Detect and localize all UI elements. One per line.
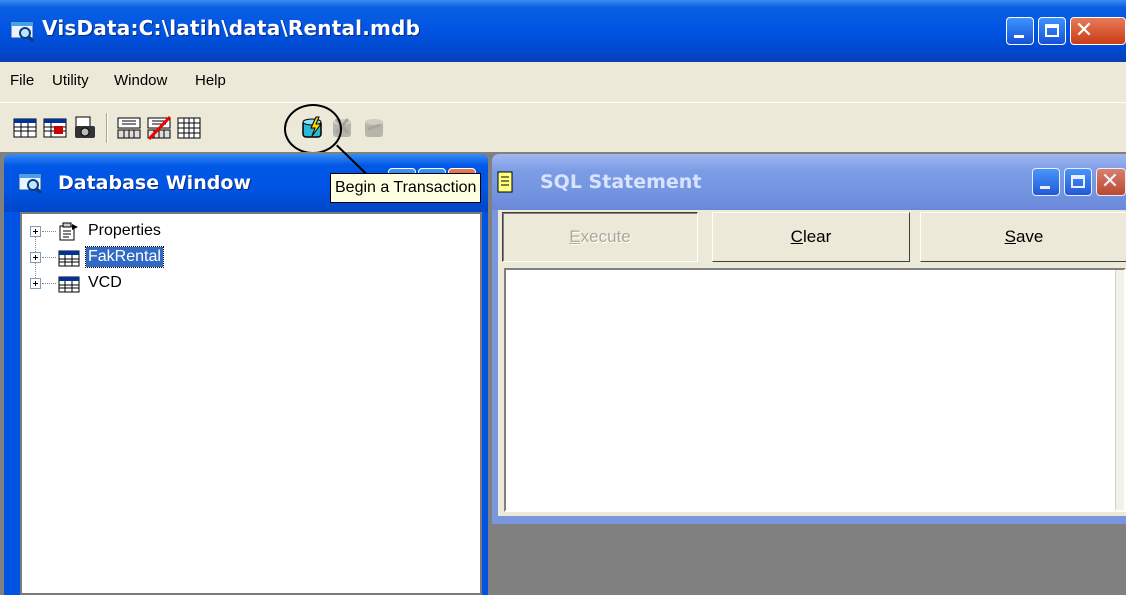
tree-item-label: VCD (88, 274, 122, 291)
minimize-icon (1014, 35, 1024, 38)
sql-window-title-bar[interactable]: SQL Statement ✕ (492, 154, 1126, 210)
maximize-button[interactable] (1038, 17, 1066, 45)
table-view-icon[interactable] (12, 115, 38, 141)
tree-item-label: FakRental (85, 246, 164, 268)
dynaset-view-icon[interactable] (42, 115, 68, 141)
toolbar-separator (106, 113, 108, 143)
expand-icon[interactable] (30, 278, 41, 289)
table-icon (58, 248, 80, 268)
sql-minimize-button[interactable] (1032, 168, 1060, 196)
tooltip: Begin a Transaction (330, 173, 482, 203)
tree-connector (42, 283, 56, 284)
sql-statement-window: SQL Statement ✕ Execute Clear Save (492, 154, 1126, 524)
save-button[interactable]: Save (920, 212, 1126, 262)
menu-utility[interactable]: Utility (52, 72, 89, 89)
sql-text-area[interactable] (504, 268, 1126, 512)
window-title: VisData:C:\latih\data\Rental.mdb (42, 16, 421, 40)
snapshot-camera-icon[interactable] (72, 115, 98, 141)
database-tree[interactable]: Properties FakRental VCD (20, 212, 482, 595)
grid-view-icon[interactable] (176, 115, 202, 141)
database-window: Database Window ✕ Properties FakRental (4, 154, 488, 595)
maximize-icon (1071, 175, 1085, 188)
rollback-transaction-icon[interactable] (362, 115, 388, 141)
close-icon: ✕ (1074, 18, 1094, 43)
table-icon (58, 274, 80, 294)
database-icon (18, 172, 44, 199)
menu-bar: File Utility Window Help (0, 62, 1126, 102)
execute-button[interactable]: Execute (502, 212, 698, 262)
menu-window[interactable]: Window (114, 72, 167, 89)
vertical-scrollbar[interactable] (1115, 270, 1124, 510)
close-icon: ✕ (1100, 169, 1120, 194)
expand-icon[interactable] (30, 226, 41, 237)
toolbar (0, 102, 1126, 152)
expand-icon[interactable] (30, 252, 41, 263)
sql-window-title: SQL Statement (540, 171, 702, 193)
properties-icon (58, 222, 80, 242)
sql-maximize-button[interactable] (1064, 168, 1092, 196)
database-window-title: Database Window (58, 172, 251, 194)
sql-icon (496, 170, 516, 199)
minimize-icon (1040, 186, 1050, 189)
menu-help[interactable]: Help (195, 72, 226, 89)
main-title-bar[interactable]: VisData:C:\latih\data\Rental.mdb ✕ (0, 0, 1126, 62)
close-button[interactable]: ✕ (1070, 17, 1126, 45)
tree-connector (42, 257, 56, 258)
maximize-icon (1045, 24, 1059, 37)
tree-item-label: Properties (88, 222, 161, 239)
database-icon (10, 20, 36, 47)
clear-button[interactable]: Clear (712, 212, 910, 262)
no-data-control-icon[interactable] (146, 115, 172, 141)
sql-close-button[interactable]: ✕ (1096, 168, 1126, 196)
menu-file[interactable]: File (10, 72, 34, 89)
minimize-button[interactable] (1006, 17, 1034, 45)
sql-window-body: Execute Clear Save (498, 210, 1126, 516)
tree-connector (42, 231, 56, 232)
highlight-circle (284, 104, 342, 154)
data-control-icon[interactable] (116, 115, 142, 141)
